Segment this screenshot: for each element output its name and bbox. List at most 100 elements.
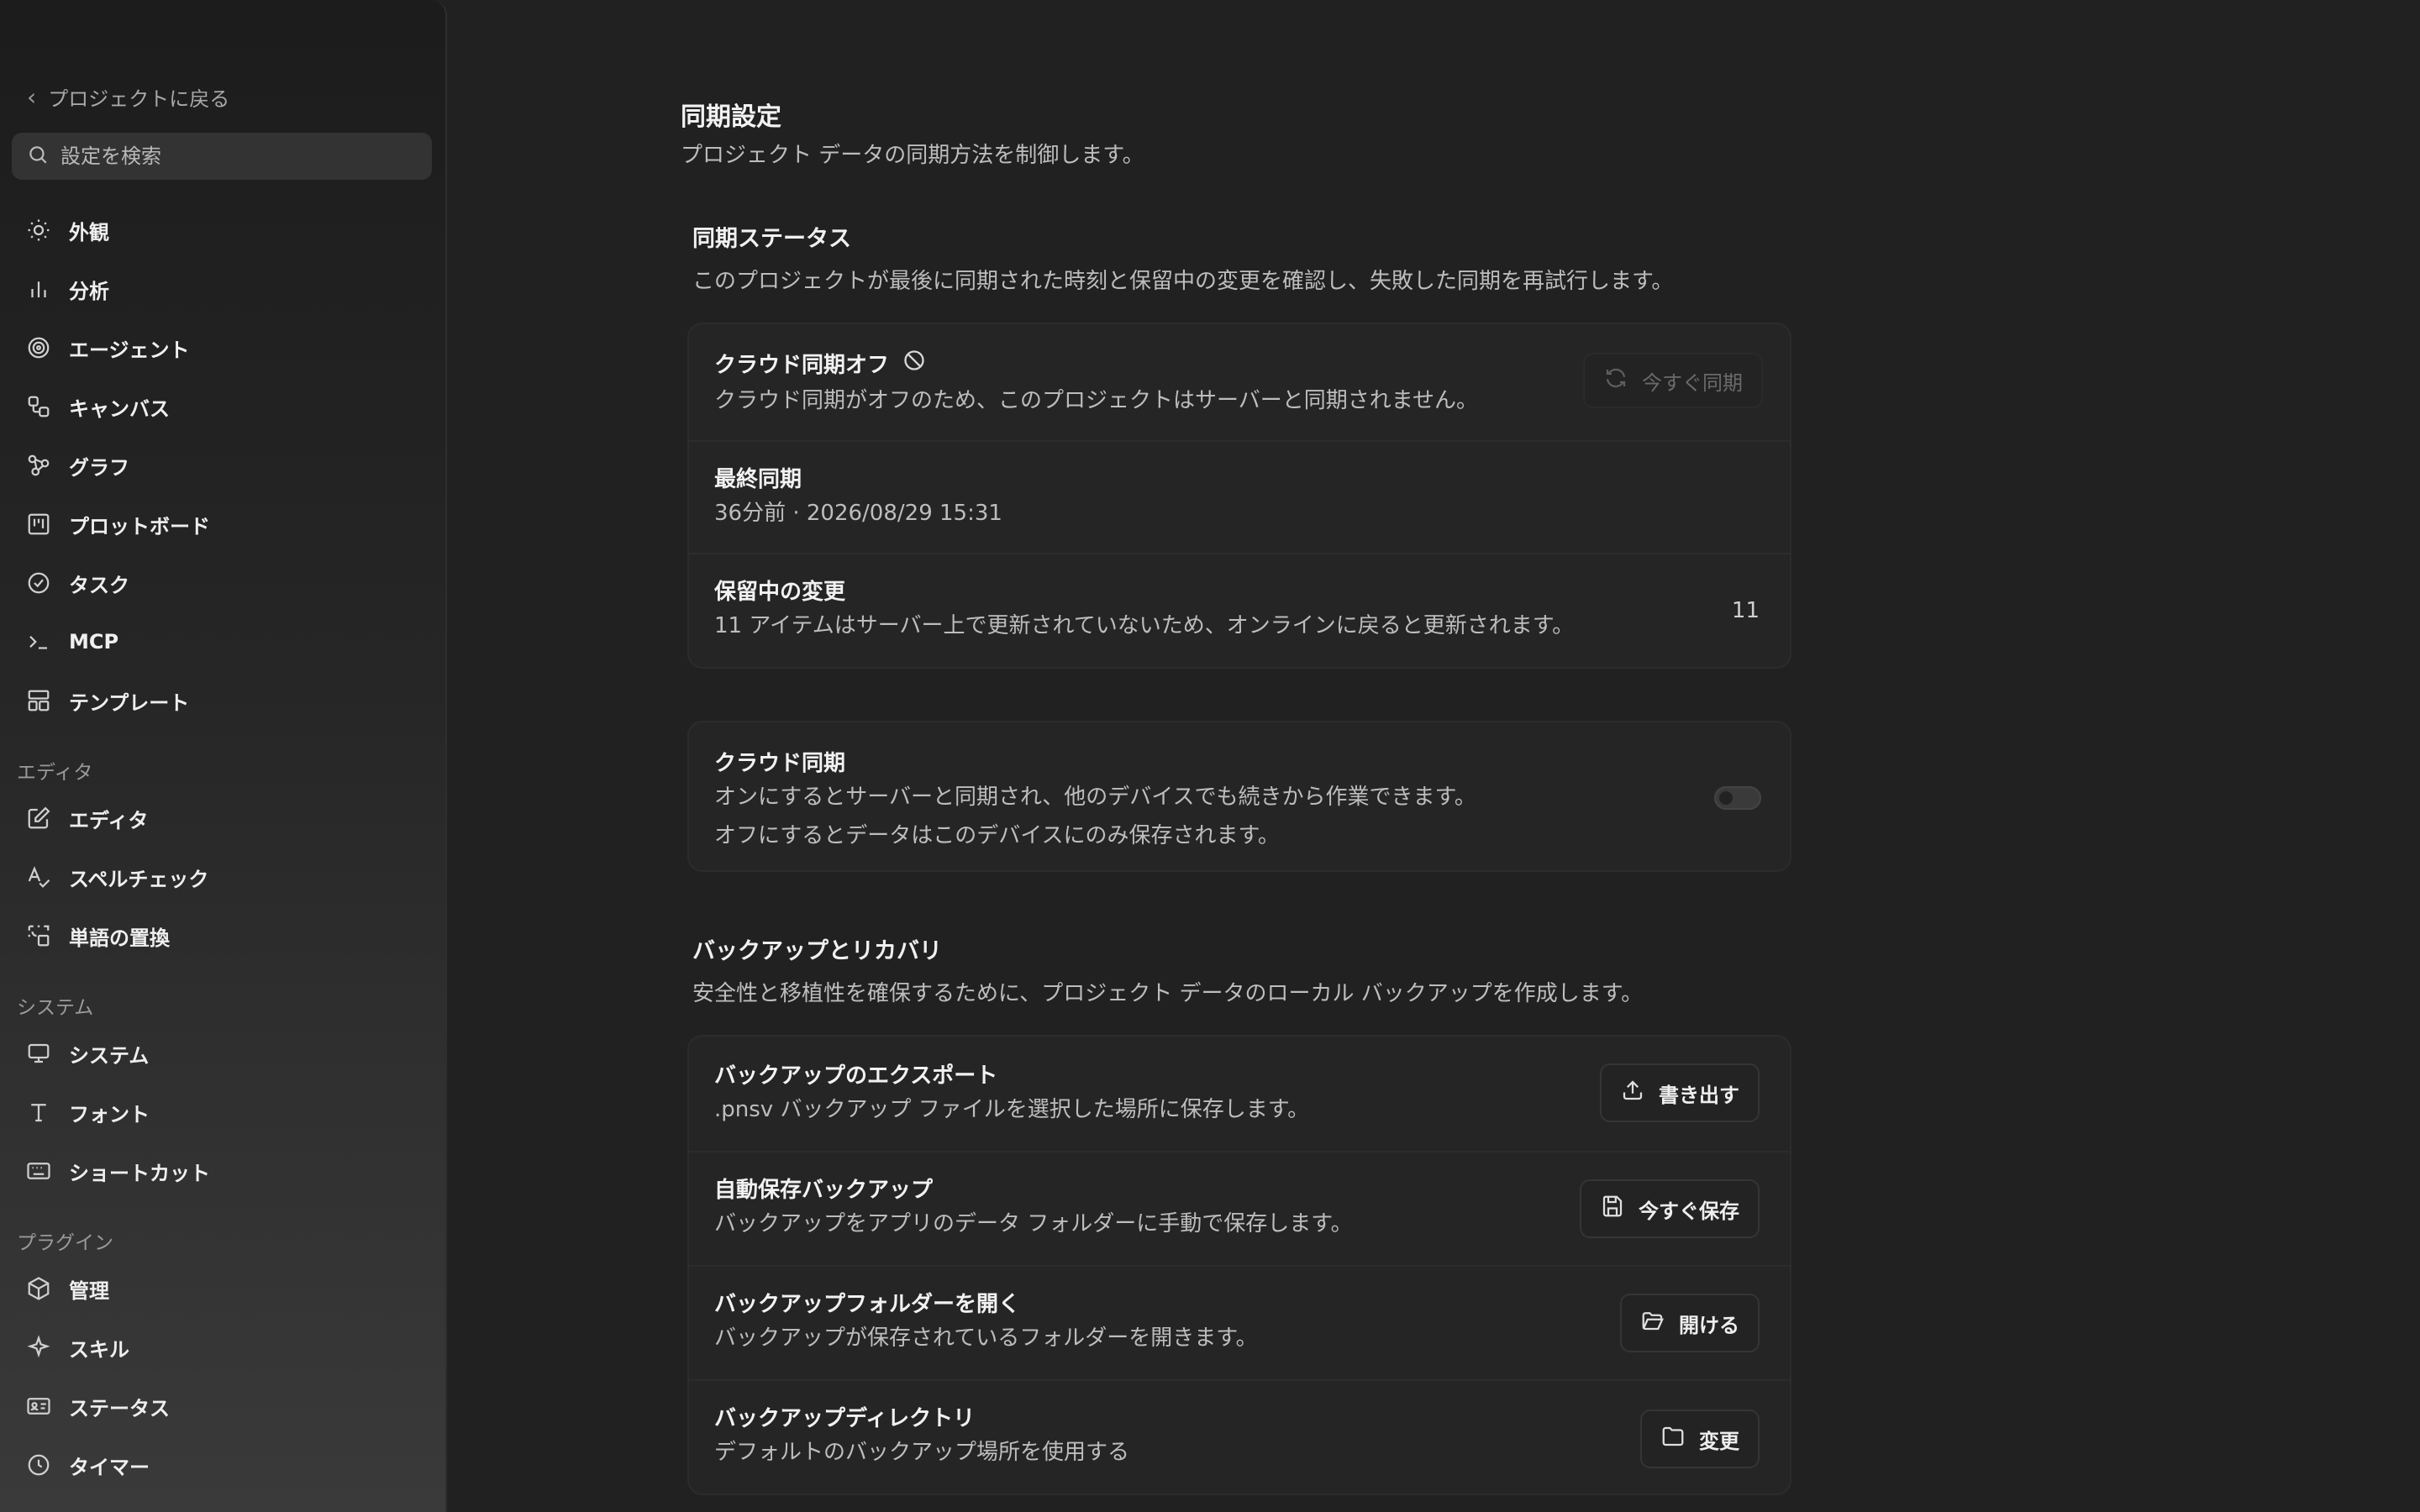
- open-backup-folder-title: バックアップフォルダーを開く: [714, 1292, 1021, 1317]
- search-input[interactable]: [59, 144, 412, 169]
- sidebar-item-timer[interactable]: タイマー: [25, 1446, 150, 1483]
- canvas-icon: [25, 393, 52, 420]
- sync-status-title: 同期ステータス: [692, 226, 851, 252]
- sidebar-item-label: エディタ: [69, 808, 149, 832]
- layout-icon: [25, 687, 52, 714]
- sidebar-item-word-replace[interactable]: 単語の置換: [25, 917, 170, 954]
- save-icon: [1600, 1194, 1625, 1224]
- backup-title: バックアップとリカバリ: [692, 938, 942, 964]
- pending-changes-desc: 11 アイテムはサーバー上で更新されていないため、オンラインに戻ると更新されます…: [714, 613, 1575, 638]
- last-sync-value: 36分前 · 2026/08/29 15:31: [714, 501, 1002, 526]
- page-title: 同期設定: [681, 102, 781, 132]
- export-button-label: 書き出す: [1659, 1083, 1739, 1107]
- section-label-editor: エディタ: [17, 762, 93, 784]
- sidebar-item-label: ステータス: [69, 1396, 170, 1420]
- sidebar-item-label: スキル: [69, 1337, 129, 1362]
- sidebar-item-shortcuts[interactable]: ショートカット: [25, 1152, 210, 1189]
- sidebar-item-spellcheck[interactable]: スペルチェック: [25, 858, 208, 895]
- edit-icon: [25, 805, 52, 832]
- pending-changes-row: 保留中の変更 11 アイテムはサーバー上で更新されていないため、オンラインに戻る…: [689, 553, 1790, 669]
- folder-icon: [1660, 1424, 1686, 1454]
- pending-count: 11: [1731, 598, 1760, 623]
- search-icon: [27, 144, 49, 169]
- check-circle-icon: [25, 570, 52, 596]
- sidebar-item-graph[interactable]: グラフ: [25, 447, 129, 484]
- cloud-sync-row: クラウド同期 オンにするとサーバーと同期され、他のデバイスでも続きから作業できま…: [689, 722, 1790, 870]
- clock-icon: [25, 1452, 52, 1478]
- backup-desc: 安全性と移植性を確保するために、プロジェクト データのローカル バックアップを作…: [692, 981, 1644, 1006]
- sidebar-item-label: タスク: [69, 573, 129, 597]
- sidebar-item-editor[interactable]: エディタ: [25, 800, 148, 837]
- sidebar-item-label: フォント: [69, 1102, 150, 1126]
- sidebar-item-canvas[interactable]: キャンバス: [25, 388, 170, 425]
- cloud-sync-desc-2: オフにするとデータはこのデバイスにのみ保存されます。: [714, 823, 1280, 848]
- sidebar-item-mcp[interactable]: MCP: [25, 623, 118, 660]
- sidebar-item-label: プロットボード: [69, 514, 210, 538]
- open-folder-button[interactable]: 開ける: [1620, 1294, 1760, 1352]
- change-directory-label: 変更: [1699, 1429, 1739, 1453]
- sidebar-item-agent[interactable]: エージェント: [25, 329, 190, 366]
- autosave-backup-title: 自動保存バックアップ: [714, 1178, 934, 1203]
- sidebar-item-skills[interactable]: スキル: [25, 1329, 129, 1366]
- sync-now-label: 今すぐ同期: [1642, 370, 1743, 395]
- autosave-backup-row: 自動保存バックアップ バックアップをアプリのデータ フォルダーに手動で保存します…: [689, 1151, 1790, 1265]
- sidebar-item-label: ショートカット: [69, 1161, 210, 1185]
- terminal-icon: [25, 628, 52, 655]
- sun-icon: [25, 217, 52, 244]
- cloud-sync-toggle[interactable]: [1714, 786, 1761, 810]
- bar-chart-icon: [25, 276, 52, 302]
- backup-export-desc: .pnsv バックアップ ファイルを選択した場所に保存します。: [714, 1097, 1310, 1122]
- sidebar-item-plotboard[interactable]: プロットボード: [25, 506, 210, 543]
- sidebar-item-appearance[interactable]: 外観: [25, 212, 109, 249]
- backup-card: バックアップのエクスポート .pnsv バックアップ ファイルを選択した場所に保…: [687, 1035, 1791, 1495]
- autosave-backup-desc: バックアップをアプリのデータ フォルダーに手動で保存します。: [714, 1211, 1353, 1236]
- sidebar-item-label: グラフ: [69, 455, 129, 480]
- sidebar-item-manage[interactable]: 管理: [25, 1270, 109, 1307]
- sidebar-item-fonts[interactable]: フォント: [25, 1094, 150, 1131]
- page-subtitle: プロジェクト データの同期方法を制御します。: [681, 143, 1144, 168]
- backup-export-row: バックアップのエクスポート .pnsv バックアップ ファイルを選択した場所に保…: [689, 1037, 1790, 1151]
- sidebar-item-analytics[interactable]: 分析: [25, 270, 109, 307]
- monitor-icon: [25, 1040, 52, 1067]
- section-label-system: システム: [17, 997, 94, 1019]
- sparkle-icon: [25, 1334, 52, 1361]
- sidebar: ‹ プロジェクトに戻る 外観 分析 エージェント キャンバス グラフ プロットボ…: [0, 0, 447, 1512]
- chevron-left-icon: ‹: [27, 82, 37, 111]
- save-now-label: 今すぐ保存: [1639, 1199, 1739, 1223]
- cloud-sync-off-title: クラウド同期オフ: [714, 348, 926, 379]
- sidebar-item-label: 外観: [69, 220, 109, 244]
- save-now-button[interactable]: 今すぐ保存: [1580, 1179, 1760, 1238]
- sync-status-desc: このプロジェクトが最後に同期された時刻と保留中の変更を確認し、失敗した同期を再試…: [692, 269, 1674, 294]
- cloud-sync-title: クラウド同期: [714, 751, 846, 776]
- refresh-icon: [1603, 365, 1628, 396]
- change-directory-button[interactable]: 変更: [1640, 1410, 1760, 1468]
- sidebar-item-label: エージェント: [69, 338, 190, 362]
- box-icon: [25, 1275, 52, 1302]
- open-backup-folder-row: バックアップフォルダーを開く バックアップが保存されているフォルダーを開きます。…: [689, 1265, 1790, 1379]
- open-folder-label: 開ける: [1679, 1313, 1739, 1337]
- open-backup-folder-desc: バックアップが保存されているフォルダーを開きます。: [714, 1326, 1258, 1351]
- sync-now-button[interactable]: 今すぐ同期: [1583, 353, 1763, 408]
- sidebar-item-system[interactable]: システム: [25, 1035, 149, 1072]
- upload-icon: [1620, 1078, 1645, 1108]
- cloud-sync-desc-1: オンにするとサーバーと同期され、他のデバイスでも続きから作業できます。: [714, 785, 1476, 810]
- pending-changes-title: 保留中の変更: [714, 580, 846, 605]
- cloud-sync-off-label: クラウド同期オフ: [714, 353, 890, 378]
- sidebar-item-status[interactable]: ステータス: [25, 1388, 170, 1425]
- spellcheck-icon: [25, 864, 52, 890]
- sidebar-item-label: テンプレート: [69, 690, 190, 715]
- backup-directory-row: バックアップディレクトリ デフォルトのバックアップ場所を使用する 変更: [689, 1379, 1790, 1495]
- sidebar-item-label: 単語の置換: [69, 926, 170, 950]
- sidebar-item-templates[interactable]: テンプレート: [25, 682, 189, 719]
- sidebar-item-label: MCP: [69, 630, 119, 654]
- settings-search[interactable]: [12, 133, 432, 180]
- sidebar-item-label: タイマー: [69, 1455, 150, 1479]
- spiral-icon: [25, 334, 52, 361]
- ban-icon: [902, 349, 926, 378]
- export-button[interactable]: 書き出す: [1600, 1063, 1760, 1122]
- kanban-icon: [25, 511, 52, 538]
- graph-icon: [25, 452, 52, 479]
- toggle-knob: [1719, 791, 1733, 805]
- back-to-project-link[interactable]: ‹ プロジェクトに戻る: [27, 82, 229, 112]
- sidebar-item-tasks[interactable]: タスク: [25, 564, 129, 601]
